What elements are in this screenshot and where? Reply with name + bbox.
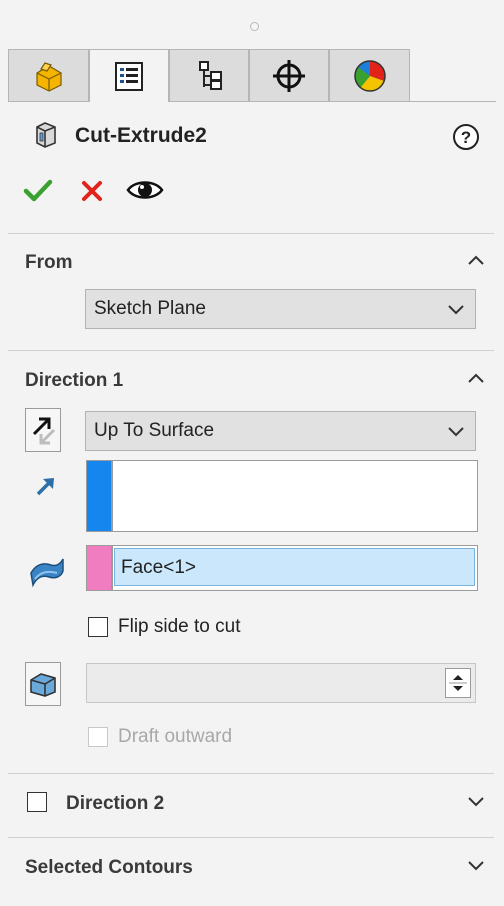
divider: [8, 837, 494, 838]
swatch-divider: [111, 546, 113, 590]
from-dropdown-value: Sketch Plane: [94, 298, 206, 319]
help-icon[interactable]: ?: [452, 123, 480, 151]
face-selection-active-field[interactable]: Face<1>: [114, 548, 475, 586]
reverse-direction-button[interactable]: [25, 408, 61, 452]
direction-arrow-icon: [36, 478, 54, 496]
direction2-checkbox[interactable]: [27, 792, 47, 812]
crosshair-icon: [273, 59, 305, 92]
manager-tab-strip: [8, 49, 496, 102]
selected-contours-section-header[interactable]: Selected Contours: [25, 857, 193, 879]
panel-resize-grip[interactable]: [250, 22, 259, 31]
spinner-up-down-icon: [449, 675, 467, 691]
property-list-icon: [115, 62, 143, 91]
flip-side-label: Flip side to cut: [118, 616, 241, 637]
direction1-section-header[interactable]: Direction 1: [25, 370, 123, 392]
part-tree-icon: [35, 61, 62, 92]
draft-icon: [30, 673, 56, 697]
face-surface-icon: [30, 558, 64, 588]
configuration-icon: [199, 60, 222, 90]
end-condition-value: Up To Surface: [94, 420, 215, 441]
draft-outward-label: Draft outward: [118, 726, 233, 747]
direction-selection-box[interactable]: [86, 460, 478, 532]
divider: [8, 773, 494, 774]
draft-toggle-button[interactable]: [25, 662, 61, 706]
flip-side-checkbox[interactable]: [88, 617, 108, 637]
tab-featuremanager[interactable]: [8, 49, 89, 101]
svg-text:?: ?: [461, 128, 471, 147]
reverse-direction-icon: [32, 417, 56, 445]
draft-outward-checkbox: [88, 727, 108, 747]
preview-eye-button[interactable]: [126, 177, 164, 203]
draft-angle-input[interactable]: [86, 663, 476, 703]
face-selection-box[interactable]: Face<1>: [86, 545, 478, 591]
expand-chevron-down-icon[interactable]: [467, 795, 485, 807]
collapse-chevron-up-icon[interactable]: [467, 254, 485, 266]
divider: [8, 233, 494, 234]
collapse-chevron-up-icon[interactable]: [467, 372, 485, 384]
tab-propertymanager[interactable]: [89, 49, 169, 102]
direction2-section-header[interactable]: Direction 2: [66, 793, 164, 815]
chevron-down-icon: [448, 427, 464, 437]
chevron-down-icon: [448, 305, 464, 315]
selection-color-swatch-pink: [87, 546, 111, 590]
from-dropdown[interactable]: Sketch Plane: [85, 289, 476, 329]
swatch-divider: [111, 461, 113, 531]
draft-angle-spinner[interactable]: [445, 668, 471, 698]
selection-color-swatch-blue: [87, 461, 111, 531]
end-condition-dropdown[interactable]: Up To Surface: [85, 411, 476, 451]
expand-chevron-down-icon[interactable]: [467, 859, 485, 871]
from-section-header[interactable]: From: [25, 252, 73, 274]
face-selection-value: Face<1>: [121, 557, 196, 578]
tab-configurationmanager[interactable]: [169, 49, 249, 101]
cancel-x-button[interactable]: [80, 179, 104, 203]
appearance-pie-icon: [353, 59, 386, 92]
divider: [8, 350, 494, 351]
cut-extrude-icon: [36, 122, 56, 148]
tab-dimxpert[interactable]: [249, 49, 329, 101]
feature-title: Cut-Extrude2: [75, 124, 207, 147]
tab-display-manager[interactable]: [329, 49, 410, 101]
ok-check-button[interactable]: [23, 178, 53, 204]
